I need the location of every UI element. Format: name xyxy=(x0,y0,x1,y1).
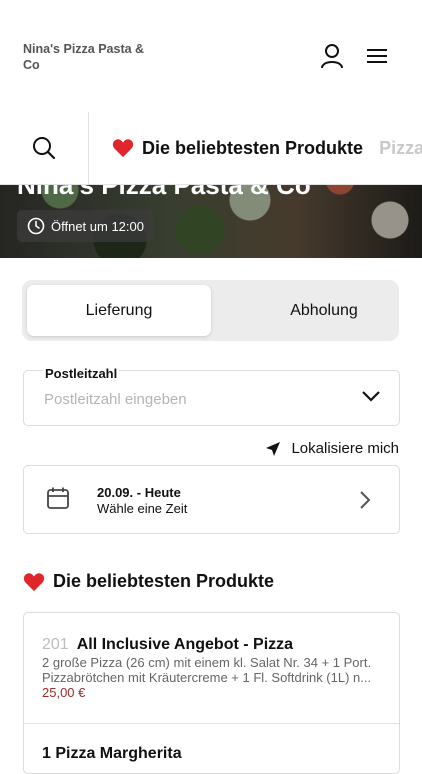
app-header: Nina's Pizza Pasta & Co xyxy=(0,0,422,113)
product-name: 1 Pizza Margherita xyxy=(42,745,182,762)
heart-icon xyxy=(23,572,45,591)
postal-code-field: Postleitzahl xyxy=(23,366,400,426)
category-tab-pizza[interactable]: Pizza xyxy=(379,138,422,159)
pickup-tab[interactable]: Abholung xyxy=(232,285,416,336)
user-icon[interactable] xyxy=(318,42,346,70)
category-search-button[interactable] xyxy=(0,112,89,184)
date-time-picker[interactable]: 20.09. - Heute Wähle eine Zeit xyxy=(23,465,400,534)
product-description: 2 große Pizza (26 cm) mit einem kl. Sala… xyxy=(42,655,372,685)
locate-me-label: Lokalisiere mich xyxy=(291,440,399,457)
category-tab-label: Pizza xyxy=(379,137,422,158)
order-mode-toggle: Lieferung Abholung xyxy=(22,280,399,341)
selected-date: 20.09. - Heute xyxy=(97,485,181,500)
heart-icon xyxy=(112,139,134,158)
calendar-icon xyxy=(47,487,69,509)
product-price: 25,00 € xyxy=(42,685,86,700)
postal-code-input[interactable] xyxy=(44,391,344,408)
locate-me-button[interactable]: Lokalisiere mich xyxy=(265,440,399,457)
opening-time-badge: Öffnet um 12:00 xyxy=(17,210,154,242)
chevron-right-icon xyxy=(360,491,371,509)
location-arrow-icon xyxy=(266,441,281,456)
divider xyxy=(24,723,399,724)
search-icon xyxy=(33,137,56,160)
category-tab-popular[interactable]: Die beliebtesten Produkte xyxy=(112,138,363,159)
opening-time-text: Öffnet um 12:00 xyxy=(51,218,144,234)
clock-icon xyxy=(27,217,45,235)
postal-code-label: Postleitzahl xyxy=(43,366,120,381)
chevron-down-icon[interactable] xyxy=(361,389,381,403)
product-number: 201 xyxy=(42,636,69,653)
product-card[interactable]: 1 Pizza Margherita xyxy=(42,745,182,763)
section-title-text: Die beliebtesten Produkte xyxy=(53,571,275,591)
menu-icon[interactable] xyxy=(363,42,391,70)
category-bar: Die beliebtesten Produkte Pizza xyxy=(0,112,422,185)
delivery-tab[interactable]: Lieferung xyxy=(27,285,211,336)
popular-section-title: Die beliebtesten Produkte xyxy=(23,571,274,592)
category-tab-label: Die beliebtesten Produkte xyxy=(142,137,364,158)
choose-time-hint: Wähle eine Zeit xyxy=(97,501,188,516)
product-name: All Inclusive Angebot - Pizza xyxy=(76,636,294,653)
brand-name[interactable]: Nina's Pizza Pasta & Co xyxy=(23,41,163,73)
